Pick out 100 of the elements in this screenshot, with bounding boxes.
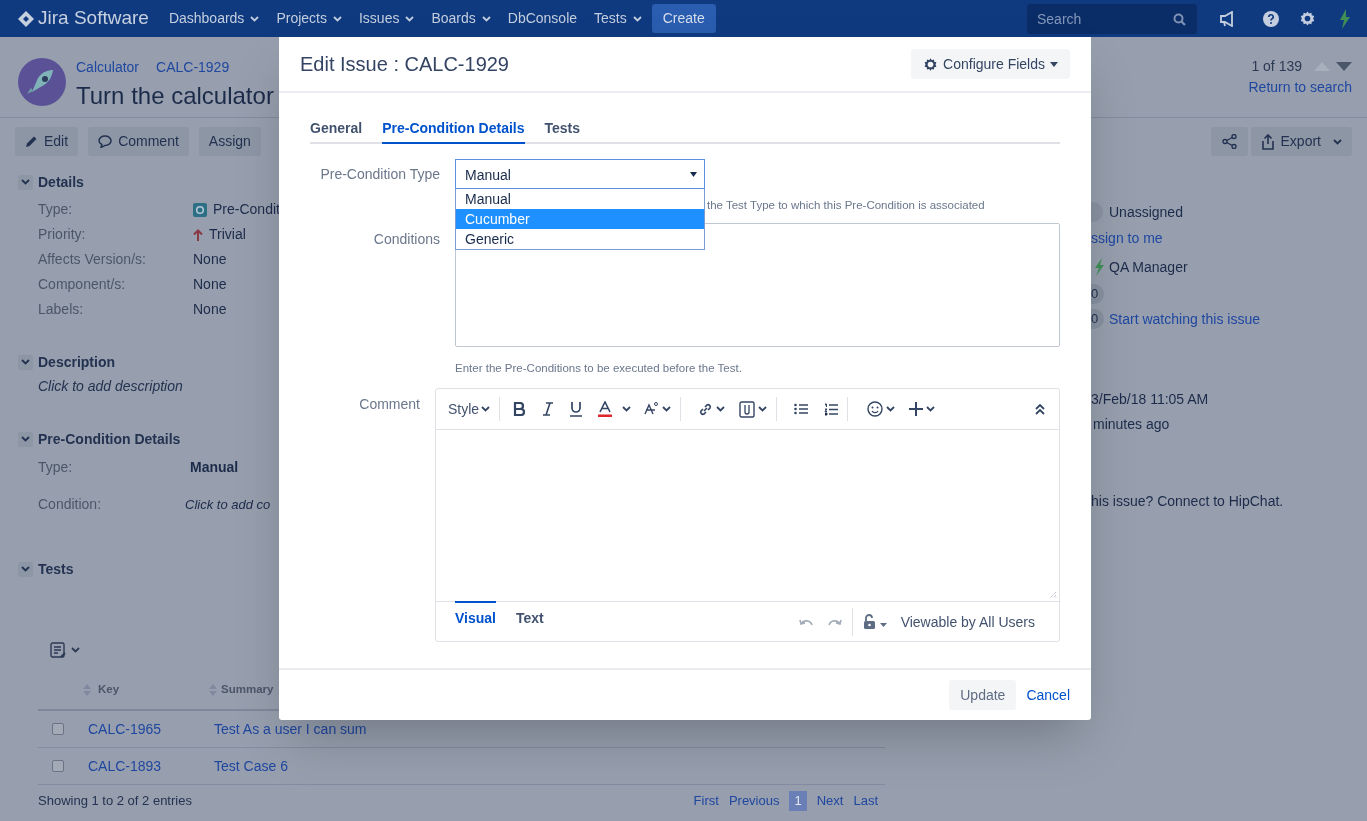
section-heading: Description	[38, 352, 115, 372]
diamond-icon	[18, 10, 34, 27]
conditions-textarea[interactable]	[455, 223, 1060, 347]
nav-menu[interactable]: DbConsole	[507, 8, 578, 29]
column-header[interactable]: Summary	[221, 681, 274, 699]
underline-icon	[570, 401, 583, 417]
nav-menu[interactable]: Dashboards	[168, 8, 260, 29]
breadcrumb-link[interactable]: CALC-1929	[156, 56, 230, 78]
pagination-link[interactable]: First	[693, 791, 719, 811]
return-to-search-link[interactable]: Return to search	[1248, 77, 1352, 98]
dropdown-select[interactable]: Manual	[455, 159, 705, 189]
columns-menu-button[interactable]	[50, 640, 82, 660]
style-dropdown[interactable]: Style	[448, 398, 491, 420]
field-value: None	[193, 250, 227, 269]
reporter-name: QA Manager	[1109, 257, 1188, 277]
share-icon	[1221, 134, 1237, 149]
export-button[interactable]: Export	[1250, 127, 1352, 156]
share-button[interactable]	[1210, 127, 1248, 156]
column-header[interactable]: Key	[98, 681, 120, 699]
lightning-bolt-icon[interactable]	[1339, 8, 1351, 29]
caret-icon	[405, 15, 415, 22]
nav-menu[interactable]: Boards	[431, 8, 491, 29]
dropdown-option[interactable]: Cucumber	[456, 209, 704, 229]
field-value: None	[193, 275, 227, 294]
dropdown-option[interactable]: Manual	[456, 189, 704, 209]
dialog-tab[interactable]: Pre-Condition Details	[382, 115, 525, 144]
action-button[interactable]: Comment	[88, 127, 189, 156]
collapse-toggle[interactable]	[18, 174, 33, 190]
row-checkbox[interactable]	[52, 723, 64, 735]
configure-fields-button[interactable]: Configure Fields	[911, 49, 1070, 79]
numbered-list-icon	[824, 402, 839, 416]
pagination-link[interactable]: Previous	[728, 791, 780, 811]
caret-icon	[1333, 138, 1342, 145]
action-button[interactable]: Edit	[15, 127, 79, 156]
row-checkbox[interactable]	[52, 760, 64, 772]
test-summary-link[interactable]: Test Case 6	[214, 755, 288, 777]
condition-placeholder[interactable]: Click to add co	[185, 494, 271, 515]
pagination-link[interactable]: Last	[853, 791, 878, 811]
field-label: Type:	[38, 200, 74, 219]
issue-key-link[interactable]: CALC-1893	[88, 755, 214, 777]
caret-icon	[622, 406, 632, 412]
nav-menu[interactable]: Projects	[276, 8, 342, 29]
field-label: Pre-Condition Type	[319, 165, 440, 184]
dialog-tab[interactable]: Tests	[544, 115, 581, 144]
text-color-icon	[598, 401, 613, 417]
next-issue-icon[interactable]	[1336, 61, 1352, 71]
text-effects-icon	[643, 402, 660, 416]
bold-icon	[513, 402, 526, 416]
nav-menu[interactable]: Tests	[594, 8, 642, 29]
caret-icon	[481, 15, 491, 22]
field-label: Priority:	[38, 225, 87, 244]
pagination-link[interactable]: Next	[816, 791, 844, 811]
settings-icon[interactable]	[1299, 10, 1316, 27]
search-field[interactable]: Search	[1027, 3, 1197, 34]
breadcrumb-link[interactable]: Calculator	[76, 56, 140, 78]
caret-icon	[21, 436, 30, 442]
update-button[interactable]: Update	[949, 680, 1017, 710]
field-label: Comment	[358, 395, 420, 414]
double-chevron-up-icon	[1035, 403, 1045, 415]
pencil-icon	[25, 135, 38, 148]
product-logo[interactable]: Jira Software	[18, 4, 149, 33]
help-icon[interactable]	[1263, 10, 1279, 27]
cancel-link[interactable]: Cancel	[1026, 684, 1070, 706]
action-button[interactable]: Assign	[198, 127, 261, 156]
editor-mode-tab[interactable]: Text	[516, 601, 544, 641]
field-value: Trivial	[209, 225, 246, 244]
caret-icon	[886, 406, 896, 412]
section-heading: Pre-Condition Details	[38, 429, 181, 449]
date-value: 3/Feb/18 11:05 AM	[1091, 390, 1210, 409]
editor-mode-tab[interactable]: Visual	[455, 601, 496, 641]
assign-to-me-link[interactable]: ssign to me	[1091, 226, 1284, 250]
caret-icon	[632, 15, 642, 22]
dropdown-option[interactable]: Generic	[456, 229, 704, 249]
watcher-count: 0	[1091, 309, 1104, 329]
issue-key-link[interactable]: CALC-1965	[88, 718, 214, 740]
issue-type-icon	[193, 202, 207, 217]
caret-icon	[71, 647, 80, 653]
caret-icon	[758, 406, 768, 412]
pagination-link[interactable]: 1	[789, 791, 807, 811]
visibility-label: Viewable by All Users	[900, 613, 1035, 632]
collapse-toggle[interactable]	[18, 431, 33, 447]
upload-icon	[1260, 133, 1275, 150]
visibility-lock-button[interactable]	[862, 614, 887, 629]
lightning-bolt-icon	[1094, 258, 1104, 276]
create-button[interactable]: Create	[651, 4, 716, 33]
caret-icon	[21, 359, 30, 365]
issue-title: Turn the calculator	[76, 81, 274, 111]
nav-menu[interactable]: Issues	[358, 8, 415, 29]
list-edit-icon	[50, 641, 67, 659]
watch-issue-link[interactable]: Start watching this issue	[1109, 308, 1260, 330]
collapse-toggle[interactable]	[18, 561, 33, 577]
test-summary-link[interactable]: Test As a user I can sum	[214, 718, 367, 740]
collapse-toggle[interactable]	[18, 354, 33, 370]
caret-icon	[716, 406, 726, 412]
caret-icon	[662, 406, 672, 412]
hipchat-message: his issue? Connect to HipChat.	[1091, 492, 1284, 511]
dialog-tab[interactable]: General	[310, 115, 363, 144]
caret-icon	[926, 406, 936, 412]
field-value: None	[193, 300, 227, 319]
help-text: the Test Type to which this Pre-Condition is associated	[707, 198, 985, 213]
